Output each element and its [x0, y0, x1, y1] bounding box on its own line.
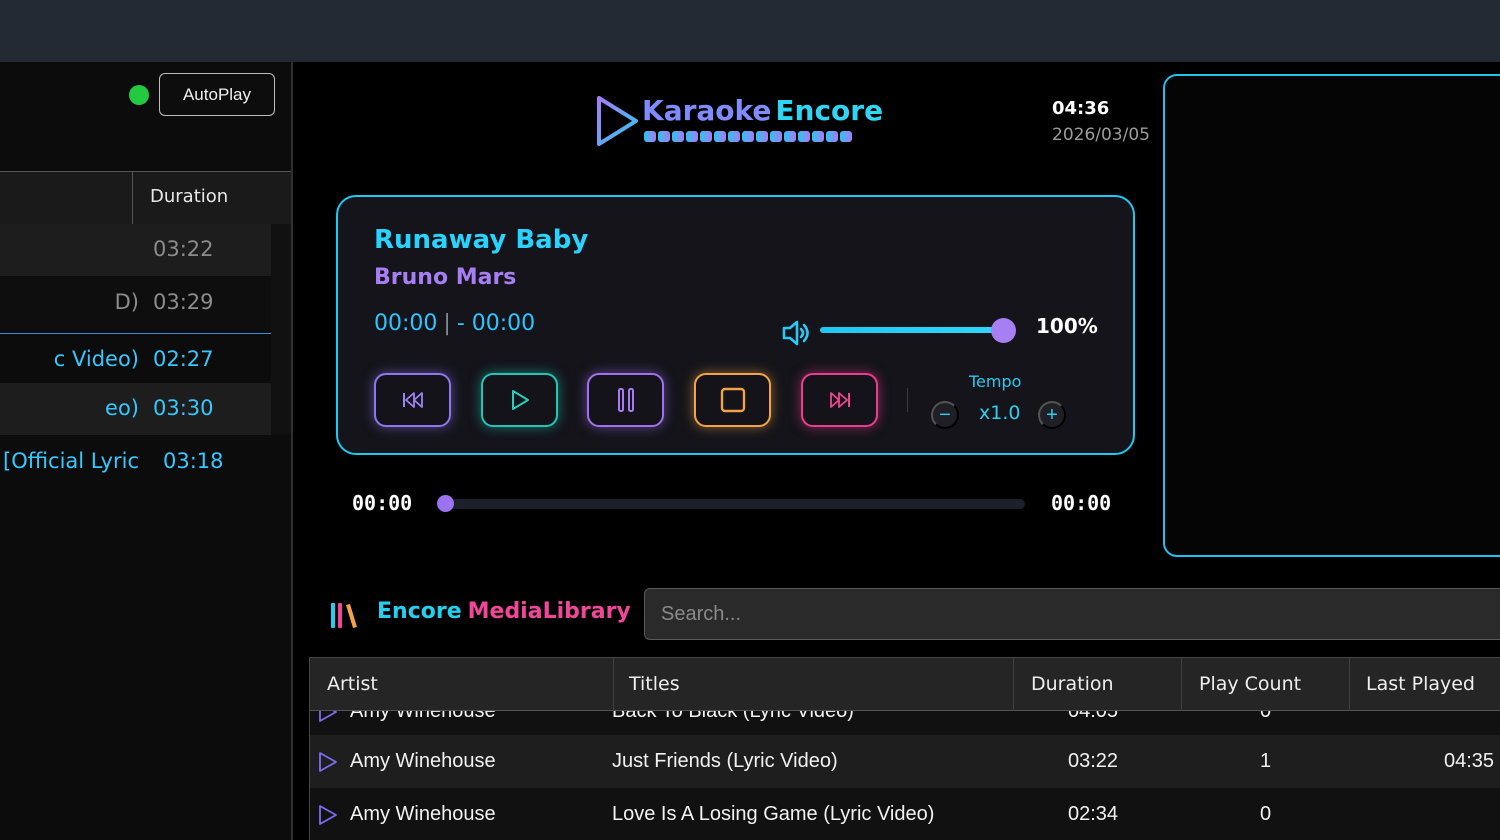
column-divider	[1013, 658, 1014, 711]
seek-end-time: 00:00	[1051, 491, 1112, 515]
volume-label: 100%	[1036, 314, 1098, 338]
tempo-increase-button[interactable]: +	[1038, 401, 1066, 429]
video-preview	[1163, 74, 1500, 557]
row-last-played: 04:35	[1444, 750, 1495, 772]
logo-word-karaoke: Karaoke	[642, 94, 772, 127]
row-title: Love Is A Losing Game (Lyric Video)	[612, 803, 935, 825]
row-play-icon[interactable]	[317, 751, 339, 773]
row-artist: Amy Winehouse	[350, 750, 496, 772]
queue-scrollbar[interactable]	[271, 224, 291, 434]
library-table-header: Artist Titles Duration Play Count Last P…	[310, 658, 1500, 711]
volume-slider-thumb[interactable]	[991, 318, 1016, 343]
queue-column-divider	[132, 172, 133, 225]
clock-date: 2026/03/05	[1052, 125, 1150, 145]
queue-row-duration: 03:29	[153, 290, 214, 314]
queue-table-header: Duration	[0, 171, 291, 225]
queue-row[interactable]: d) [Official Lyric 03:18	[0, 436, 271, 488]
autoplay-status-indicator	[129, 85, 149, 105]
library-row[interactable]: Amy Winehouse Love Is A Losing Game (Lyr…	[310, 788, 1500, 840]
tempo-decrease-button[interactable]: −	[931, 401, 959, 429]
stop-icon	[720, 387, 745, 413]
library-table: Artist Titles Duration Play Count Last P…	[309, 657, 1500, 840]
row-play-count: 0	[1260, 803, 1272, 825]
column-header-last-played[interactable]: Last Played	[1366, 673, 1475, 695]
seek-start-time: 00:00	[352, 491, 413, 515]
pause-button[interactable]	[587, 373, 664, 427]
play-button[interactable]	[481, 373, 558, 427]
skip-forward-icon	[829, 392, 850, 408]
library-title-encore: Encore	[377, 599, 462, 624]
column-divider	[1181, 658, 1182, 711]
time-separator: |	[443, 311, 451, 336]
next-button[interactable]	[801, 373, 878, 427]
library-row[interactable]: Amy Winehouse Just Friends (Lyric Video)…	[310, 735, 1500, 788]
autoplay-button[interactable]: AutoPlay	[159, 73, 275, 116]
tempo-label: Tempo	[969, 372, 1022, 391]
controls-divider	[907, 388, 908, 412]
elapsed-time: 00:00	[374, 311, 438, 336]
time-readout: 00:00 | - 00:00	[374, 311, 535, 336]
play-icon	[511, 390, 529, 410]
queue-row[interactable]: eo) 03:30	[0, 383, 271, 435]
logo-equalizer	[644, 131, 852, 142]
queue-duration-header[interactable]: Duration	[150, 186, 228, 207]
library-title: Encore MediaLibrary	[377, 599, 631, 624]
stop-button[interactable]	[694, 373, 771, 427]
row-duration: 03:22	[1068, 750, 1119, 772]
column-divider	[1349, 658, 1350, 711]
clock-time: 04:36	[1052, 98, 1110, 119]
volume-slider[interactable]	[820, 327, 1004, 333]
now-playing-title: Runaway Baby	[374, 225, 589, 255]
logo-word-encore: Encore	[775, 94, 884, 127]
seek-bar-thumb[interactable]	[437, 495, 454, 512]
previous-button[interactable]	[374, 373, 451, 427]
row-play-icon[interactable]	[317, 804, 339, 826]
queue-row[interactable]: D) 03:29	[0, 277, 271, 329]
queue-row[interactable]: 03:22	[0, 224, 271, 276]
queue-panel: AutoPlay Duration 03:22 D) 03:29 c Video…	[0, 62, 293, 840]
queue-row-duration: 03:22	[153, 237, 214, 261]
column-header-duration[interactable]: Duration	[1031, 673, 1114, 695]
app-logo: Karaoke Encore	[594, 94, 883, 150]
volume-slider-fill	[820, 327, 1004, 333]
queue-row-duration: 02:27	[153, 347, 214, 371]
row-artist: Amy Winehouse	[350, 803, 496, 825]
logo-play-icon	[597, 96, 638, 146]
queue-row-title: D)	[114, 290, 139, 314]
column-header-titles[interactable]: Titles	[629, 673, 680, 695]
queue-row-current[interactable]: c Video) 02:27	[0, 333, 271, 385]
column-header-artist[interactable]: Artist	[327, 673, 378, 695]
library-title-medialibrary: MediaLibrary	[467, 599, 631, 624]
volume-icon[interactable]	[780, 317, 812, 349]
row-title: Just Friends (Lyric Video)	[612, 750, 838, 772]
tempo-value: x1.0	[979, 402, 1021, 424]
logo-wordmark: Karaoke Encore	[642, 94, 883, 127]
window-title-bar	[0, 0, 1500, 62]
column-header-play-count[interactable]: Play Count	[1199, 673, 1301, 695]
row-play-count: 1	[1260, 750, 1272, 772]
library-search-input[interactable]	[644, 588, 1500, 640]
queue-row-duration: 03:18	[163, 449, 224, 473]
pause-icon	[617, 388, 634, 412]
queue-row-title: d) [Official Lyric	[0, 449, 139, 473]
skip-back-icon	[402, 392, 423, 408]
queue-row-duration: 03:30	[153, 396, 214, 420]
now-playing-artist: Bruno Mars	[374, 265, 517, 290]
column-divider	[613, 658, 614, 711]
seek-bar[interactable]	[446, 499, 1025, 509]
queue-row-title: c Video)	[53, 347, 139, 371]
row-duration: 02:34	[1068, 803, 1119, 825]
library-icon	[331, 603, 357, 628]
queue-row-title: eo)	[105, 396, 139, 420]
remaining-time: - 00:00	[456, 311, 536, 336]
